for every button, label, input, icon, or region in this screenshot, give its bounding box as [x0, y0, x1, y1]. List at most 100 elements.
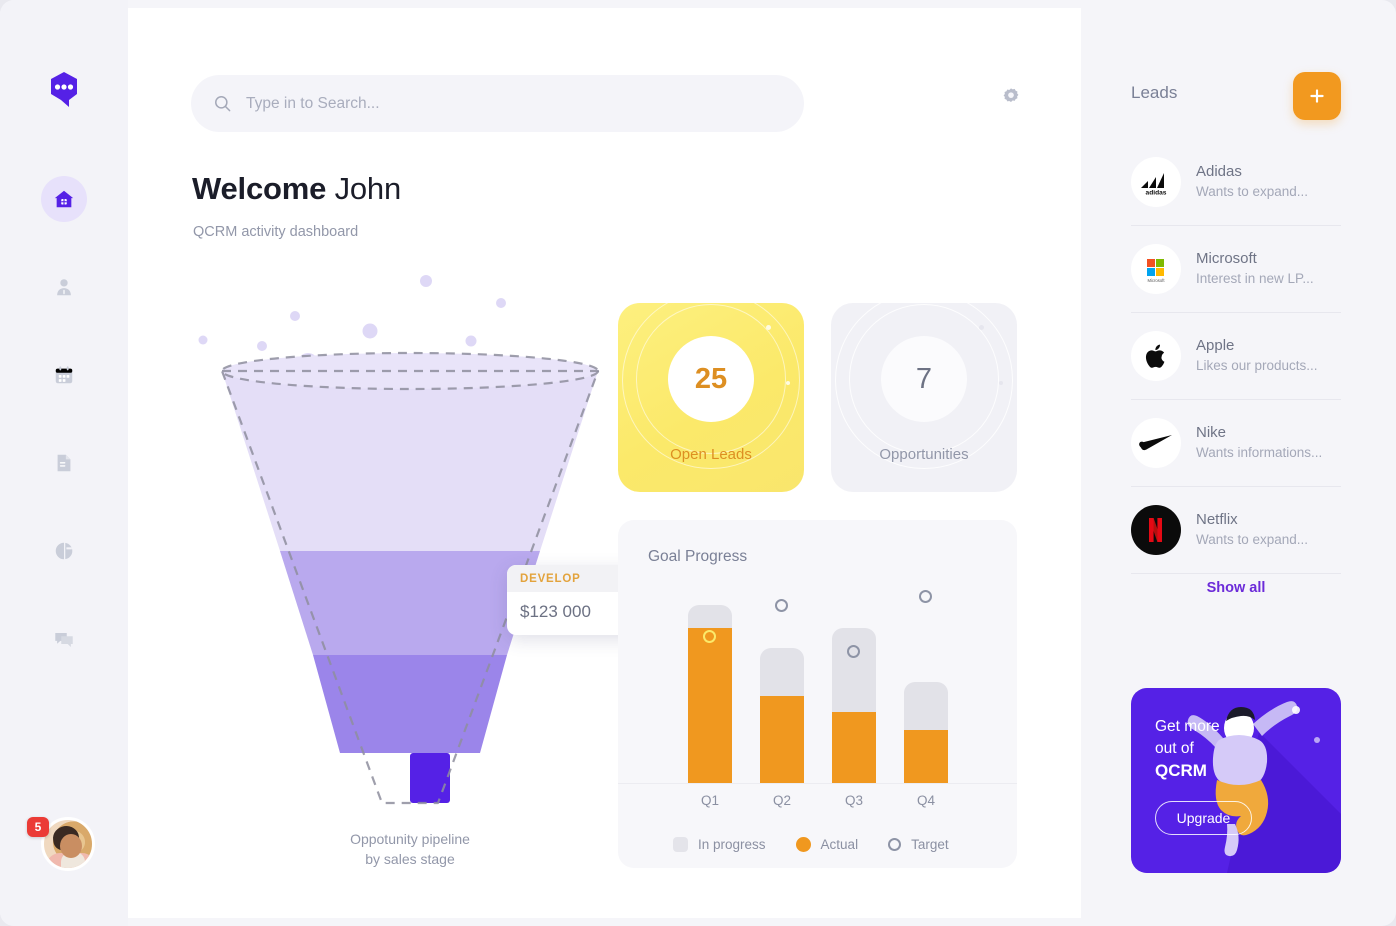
leads-panel-title: Leads	[1131, 83, 1178, 102]
x-tick-label: Q4	[916, 793, 935, 808]
legend-label: Actual	[820, 837, 859, 852]
legend-item-target: Target	[888, 837, 949, 852]
lead-desc: Wants to expand...	[1196, 184, 1309, 199]
funnel-chart: DEVELOP $123 000 Oppotunity pipeline by …	[190, 263, 655, 883]
lead-name: Apple	[1196, 337, 1235, 354]
x-tick-label: Q1	[700, 793, 719, 808]
stat-card-opportunities[interactable]: 7 Opportunities	[831, 291, 1017, 492]
chat-bubble-logo-icon[interactable]	[41, 66, 87, 112]
nike-logo-icon	[1131, 418, 1181, 468]
add-lead-button[interactable]	[1293, 72, 1341, 120]
lead-name: Nike	[1196, 424, 1227, 441]
legend-swatch-ring	[888, 838, 902, 851]
sidebar-item-analytics[interactable]	[41, 528, 87, 574]
lead-name: Adidas	[1196, 163, 1242, 180]
sidebar-item-messages[interactable]	[41, 616, 87, 662]
bar-fill	[832, 712, 876, 783]
microsoft-logo-icon: Microsoft	[1131, 244, 1181, 294]
funnel-graphic[interactable]	[190, 263, 630, 833]
decor-dot	[999, 381, 1003, 385]
sidebar-item-contacts[interactable]	[41, 264, 87, 310]
funnel-caption: Oppotunity pipeline by sales stage	[190, 829, 630, 869]
target-marker	[775, 599, 788, 612]
search-icon	[215, 96, 231, 112]
chart-axis	[618, 783, 1017, 784]
svg-text:Microsoft: Microsoft	[1148, 278, 1166, 283]
gear-icon	[1003, 88, 1019, 102]
adidas-logo-icon: adidas	[1131, 157, 1181, 207]
notification-badge: 5	[27, 817, 49, 837]
contacts-icon	[57, 279, 71, 296]
legend-item-actual: Actual	[795, 837, 859, 852]
show-all-link[interactable]: Show all	[1131, 580, 1341, 596]
promo-line1: Get more	[1155, 718, 1220, 735]
documents-icon	[57, 454, 71, 472]
list-item[interactable]: Netflix Wants to expand...	[1131, 487, 1341, 574]
sidebar-item-documents[interactable]	[41, 440, 87, 486]
search-input[interactable]	[246, 94, 766, 113]
legend-swatch-circle	[795, 837, 811, 852]
apple-logo-icon	[1131, 331, 1181, 381]
lead-desc: Likes our products...	[1196, 358, 1318, 373]
analytics-icon	[55, 542, 73, 560]
lead-desc: Wants informations...	[1196, 445, 1323, 460]
legend-swatch-square	[673, 837, 688, 852]
list-item[interactable]: Nike Wants informations...	[1131, 400, 1341, 487]
search-bar[interactable]	[191, 75, 804, 132]
sidebar-item-calendar[interactable]	[41, 352, 87, 398]
funnel-caption-line1: Oppotunity pipeline	[350, 831, 470, 847]
list-item[interactable]: adidas Adidas Wants to expand...	[1131, 139, 1341, 226]
home-icon	[54, 190, 74, 208]
promo-brand: QCRM	[1155, 761, 1207, 780]
promo-text: Get more out of QCRM	[1155, 716, 1220, 783]
welcome-bold: Welcome	[192, 171, 327, 206]
settings-button[interactable]	[1000, 86, 1022, 113]
upgrade-button[interactable]: Upgrade	[1155, 801, 1252, 835]
promo-line2: out of	[1155, 740, 1194, 757]
stat-label: Open Leads	[670, 446, 752, 463]
stat-value: 25	[668, 336, 754, 422]
page-subtitle: QCRM activity dashboard	[193, 224, 359, 240]
sidebar: 5	[0, 0, 128, 926]
stat-card-open-leads[interactable]: 25 Open Leads	[618, 291, 804, 492]
lead-name: Microsoft	[1196, 250, 1257, 267]
bar-fill	[760, 696, 804, 783]
bar-fill	[904, 730, 948, 783]
decor-dot	[766, 325, 771, 330]
chart-plot: Q1 Q2 Q3 Q4 In progress Actual Target	[618, 520, 1017, 868]
target-marker	[847, 645, 860, 658]
lead-desc: Interest in new LP...	[1196, 271, 1314, 286]
list-item[interactable]: Microsoft Microsoft Interest in new LP..…	[1131, 226, 1341, 313]
leads-panel: Leads adidas Adidas Wants to expand... M…	[1081, 0, 1396, 926]
avatar-image	[41, 817, 95, 871]
x-tick-label: Q2	[772, 793, 791, 808]
sidebar-item-home[interactable]	[41, 176, 87, 222]
goal-progress-card: Goal Progress Q1 Q2 Q3 Q4 In progress Ac…	[618, 520, 1017, 868]
main-panel: Welcome John QCRM activity dashboard	[128, 8, 1081, 918]
funnel-caption-line2: by sales stage	[365, 851, 455, 867]
decor-dot	[979, 325, 984, 330]
x-tick-label: Q3	[844, 793, 863, 808]
avatar[interactable]: 5	[27, 817, 95, 871]
legend-label: Target	[911, 837, 949, 852]
dashboard-root: 5 Welcome John QCRM activity dashboard	[0, 0, 1396, 926]
target-marker	[703, 630, 716, 643]
sidebar-nav	[41, 176, 87, 662]
netflix-logo-icon	[1131, 505, 1181, 555]
lead-desc: Wants to expand...	[1196, 532, 1309, 547]
stat-label: Opportunities	[879, 446, 969, 463]
chart-legend: In progress Actual Target	[673, 837, 979, 852]
bar-fill	[688, 628, 732, 783]
legend-label: In progress	[698, 837, 766, 852]
welcome-name: John	[334, 171, 402, 206]
stat-value: 7	[881, 336, 967, 422]
list-item[interactable]: Apple Likes our products...	[1131, 313, 1341, 400]
plus-icon	[1310, 89, 1324, 103]
svg-text:adidas: adidas	[1146, 190, 1167, 197]
target-marker	[919, 590, 932, 603]
upgrade-promo-card[interactable]: Get more out of QCRM Upgrade	[1131, 688, 1341, 873]
lead-list: adidas Adidas Wants to expand... Microso…	[1131, 139, 1341, 574]
decor-dot	[786, 381, 790, 385]
page-title: Welcome John	[192, 171, 401, 207]
messages-icon	[55, 633, 73, 647]
